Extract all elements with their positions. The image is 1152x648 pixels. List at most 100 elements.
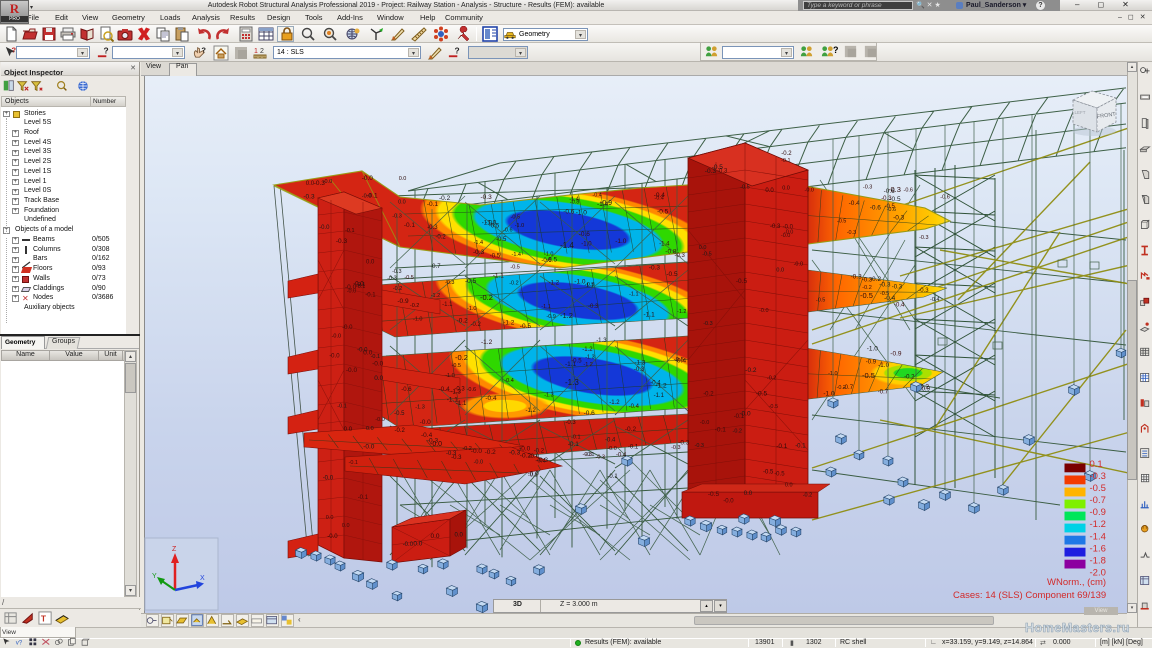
svg-text:-0.3: -0.3 (703, 321, 712, 327)
svg-text:-0.0: -0.0 (346, 367, 358, 374)
svg-text:-0.2: -0.2 (471, 322, 482, 328)
svg-text:-0.5: -0.5 (1090, 483, 1106, 494)
svg-text:-0.3: -0.3 (596, 455, 605, 461)
svg-text:-0.4: -0.4 (650, 381, 661, 387)
svg-text:-1.0: -1.0 (445, 373, 454, 379)
svg-text:-0.4: -0.4 (592, 193, 601, 199)
svg-text:-0.5: -0.5 (394, 411, 405, 417)
svg-text:0.0: 0.0 (366, 426, 374, 432)
svg-text:-0.0: -0.0 (362, 194, 371, 200)
svg-text:-0.0: -0.0 (607, 446, 616, 452)
svg-text:-0.6: -0.6 (904, 187, 913, 193)
svg-text:-0.0: -0.0 (319, 225, 330, 231)
svg-text:-1.0: -1.0 (867, 346, 879, 353)
svg-text:-0.2: -0.2 (439, 195, 451, 202)
svg-text:-0.3: -0.3 (893, 214, 905, 221)
svg-text:-0.4: -0.4 (884, 295, 896, 302)
svg-text:-1.2: -1.2 (583, 362, 592, 368)
svg-text:-0.5: -0.5 (490, 254, 501, 260)
svg-text:-0.3: -0.3 (473, 249, 485, 256)
svg-text:-0.0: -0.0 (375, 417, 384, 423)
svg-text:-0.2: -0.2 (534, 449, 545, 455)
svg-text:-0.0: -0.0 (805, 188, 814, 194)
svg-text:-0.1: -0.1 (776, 443, 788, 450)
svg-text:-1.2: -1.2 (481, 339, 493, 346)
svg-text:-0.2: -0.2 (462, 446, 471, 452)
svg-text:-0.0: -0.0 (372, 361, 384, 368)
svg-text:-0.0: -0.0 (323, 179, 332, 185)
svg-text:-0.2: -0.2 (904, 375, 915, 381)
svg-text:0.0: 0.0 (744, 491, 753, 497)
svg-text:0.0: 0.0 (366, 260, 375, 266)
svg-text:-0.6: -0.6 (467, 387, 476, 393)
svg-text:-1.1: -1.1 (456, 401, 467, 407)
svg-text:-0.5: -0.5 (889, 196, 901, 203)
svg-text:-0.6: -0.6 (401, 387, 412, 393)
svg-text:-0.3: -0.3 (427, 225, 438, 231)
svg-text:-0.3: -0.3 (588, 304, 599, 310)
svg-text:-1.2: -1.2 (609, 400, 620, 406)
svg-text:-0.2: -0.2 (733, 428, 742, 434)
svg-text:-0.1: -0.1 (356, 284, 365, 290)
svg-text:-0.4: -0.4 (654, 196, 663, 202)
svg-text:-1.1: -1.1 (629, 292, 638, 298)
svg-text:-0.5: -0.5 (756, 391, 768, 398)
svg-text:-0.5: -0.5 (511, 214, 520, 220)
svg-text:-0.4: -0.4 (930, 297, 939, 303)
svg-text:-1.3: -1.3 (565, 378, 579, 387)
svg-text:-0.0: -0.0 (471, 448, 483, 455)
svg-text:-0.3: -0.3 (695, 443, 704, 449)
svg-text:-1.4: -1.4 (1090, 531, 1106, 542)
svg-text:-1.2: -1.2 (582, 347, 593, 353)
svg-text:-0.2: -0.2 (703, 392, 714, 398)
svg-text:-0.0: -0.0 (430, 441, 442, 448)
svg-text:-0.3: -0.3 (919, 235, 928, 241)
svg-text:-0.3: -0.3 (863, 184, 872, 190)
svg-text:-0.2: -0.2 (485, 449, 497, 456)
svg-text:-0.1: -0.1 (568, 441, 580, 448)
svg-text:-0.9: -0.9 (1090, 507, 1106, 518)
svg-text:-0.2: -0.2 (625, 426, 637, 433)
svg-text:-0.2: -0.2 (435, 235, 446, 241)
svg-text:-0.2: -0.2 (745, 367, 757, 374)
svg-text:-0.5: -0.5 (860, 291, 873, 300)
svg-text:-0.1: -0.1 (358, 495, 369, 501)
svg-text:-0.5: -0.5 (496, 237, 507, 243)
svg-text:-0.6: -0.6 (563, 209, 575, 216)
svg-text:0.0: 0.0 (306, 181, 315, 187)
svg-text:-0.5: -0.5 (452, 363, 461, 369)
svg-text:-0.3: -0.3 (481, 194, 493, 201)
svg-text:-1.3: -1.3 (596, 338, 607, 344)
svg-text:-0.2: -0.2 (509, 281, 518, 287)
svg-text:-0.3: -0.3 (851, 274, 863, 281)
svg-text:0.0: 0.0 (431, 533, 440, 540)
svg-text:-0.0: -0.0 (723, 498, 734, 504)
svg-text:-1.1: -1.1 (654, 393, 665, 399)
svg-text:-1.3: -1.3 (585, 355, 594, 361)
svg-text:-1.4: -1.4 (512, 252, 521, 258)
svg-text:1: 1 (254, 48, 258, 55)
svg-text:-0.1: -0.1 (528, 473, 537, 479)
svg-text:0.0: 0.0 (344, 427, 353, 433)
svg-text:-1.8: -1.8 (1090, 555, 1106, 566)
svg-text:-0.6: -0.6 (503, 227, 512, 233)
svg-text:-0.9: -0.9 (600, 200, 612, 207)
svg-text:-0.5: -0.5 (862, 371, 875, 380)
svg-text:-1.6: -1.6 (1090, 543, 1106, 554)
svg-text:-0.4: -0.4 (485, 395, 497, 402)
svg-text:-1.2: -1.2 (431, 293, 440, 299)
svg-text:-0.2: -0.2 (862, 285, 871, 291)
svg-text:-0.7: -0.7 (843, 385, 854, 391)
svg-text:0.0: 0.0 (776, 267, 784, 273)
svg-text:-0.3: -0.3 (537, 457, 549, 464)
svg-text:-0.1: -0.1 (337, 404, 346, 410)
svg-text:-0.3: -0.3 (671, 445, 680, 451)
svg-text:-1.0: -1.0 (467, 306, 476, 312)
svg-text:-0.0: -0.0 (759, 308, 768, 314)
svg-text:-1.0: -1.0 (482, 220, 493, 226)
svg-text:-0.1: -0.1 (628, 445, 639, 451)
svg-text:-0.1: -0.1 (427, 201, 439, 208)
svg-text:-1.3: -1.3 (544, 392, 553, 398)
svg-text:-1.0: -1.0 (615, 238, 627, 245)
svg-text:-1.0: -1.0 (544, 251, 553, 257)
